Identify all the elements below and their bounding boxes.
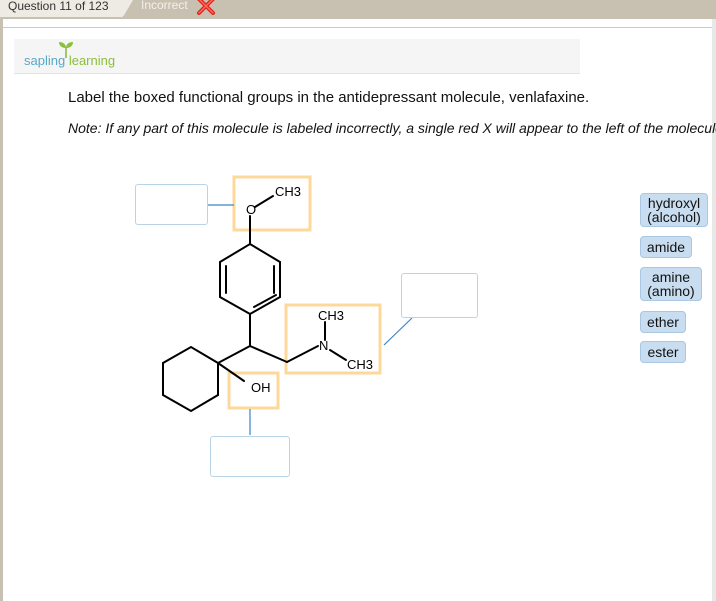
label-amide[interactable]: amide: [640, 236, 692, 258]
atom-nitrogen: N: [319, 338, 328, 353]
hydroxyl-drop-target[interactable]: [210, 436, 290, 477]
hydroxyl-label: OH: [251, 380, 271, 395]
label-ether[interactable]: ether: [640, 311, 686, 333]
label-hydroxyl-line2: (alcohol): [647, 209, 701, 225]
methyl-label-top: CH3: [275, 184, 301, 199]
label-ether-text: ether: [647, 314, 679, 330]
label-amine[interactable]: amine (amino): [640, 267, 702, 301]
venlafaxine-structure: O CH3 CH3 N CH3 OH: [162, 175, 413, 435]
label-ester-text: ester: [647, 344, 679, 360]
atom-oxygen-ether: O: [246, 202, 256, 217]
ether-drop-target[interactable]: [135, 184, 208, 225]
amine-connector: [383, 317, 413, 346]
methyl-label-n1: CH3: [318, 308, 344, 323]
amine-drop-target[interactable]: [401, 273, 478, 318]
label-hydroxyl[interactable]: hydroxyl (alcohol): [640, 193, 708, 227]
label-amide-text: amide: [646, 239, 686, 255]
label-ester[interactable]: ester: [640, 341, 686, 363]
label-amine-line1: amine: [651, 269, 691, 285]
label-amine-line2: (amino): [647, 283, 695, 299]
methyl-label-n2: CH3: [347, 357, 373, 372]
label-hydroxyl-line1: hydroxyl: [647, 195, 701, 211]
